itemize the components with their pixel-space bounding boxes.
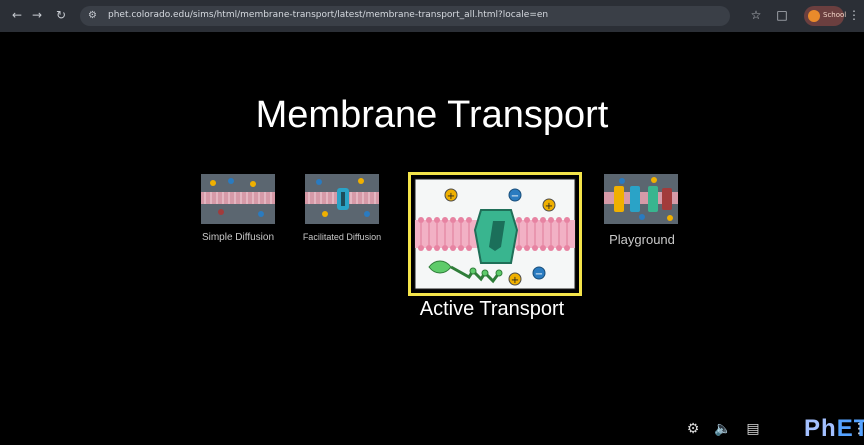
- extensions-icon[interactable]: □: [774, 7, 790, 23]
- profile-chip[interactable]: School: [804, 6, 847, 26]
- sim-title: Membrane Transport: [255, 94, 609, 136]
- address-bar[interactable]: ⚙ phet.colorado.edu/sims/html/membrane-t…: [80, 6, 730, 26]
- playground-illustration: [604, 174, 678, 224]
- facilitated-diffusion-illustration: [305, 174, 379, 224]
- screen-card-playground[interactable]: Playground: [596, 170, 688, 256]
- sim-stage: Membrane Transport Simple Diffusion Faci…: [0, 32, 864, 445]
- simple-diffusion-illustration: [201, 174, 275, 224]
- bookmark-star-icon[interactable]: ☆: [748, 7, 764, 23]
- simple-diffusion-thumbnail: [201, 174, 275, 224]
- forward-icon[interactable]: →: [28, 6, 46, 24]
- reload-icon[interactable]: ↻: [52, 6, 70, 24]
- browser-toolbar: ← → ↻ ⚙ phet.colorado.edu/sims/html/memb…: [0, 0, 864, 32]
- facilitated-diffusion-thumbnail: [305, 174, 379, 224]
- settings-gear-icon[interactable]: ⚙: [684, 420, 702, 438]
- url-text: phet.colorado.edu/sims/html/membrane-tra…: [108, 10, 549, 20]
- phet-menu-icon[interactable]: ⋮: [852, 420, 864, 438]
- screen-label-facilitated-diffusion: Facilitated Diffusion: [302, 232, 382, 242]
- svg-text:+: +: [447, 191, 455, 202]
- active-transport-selection-frame: + − + − +: [408, 172, 582, 296]
- screen-label-active-transport: Active Transport: [419, 298, 565, 320]
- profile-avatar: [808, 10, 820, 22]
- screen-card-active-transport[interactable]: + − + − + Active Transport: [404, 172, 582, 324]
- screen-card-facilitated-diffusion[interactable]: Facilitated Diffusion: [298, 170, 386, 256]
- screen-label-playground: Playground: [609, 232, 675, 247]
- svg-text:−: −: [535, 269, 543, 280]
- active-transport-illustration: + − + − +: [414, 178, 576, 290]
- screen-card-simple-diffusion[interactable]: Simple Diffusion: [196, 170, 280, 256]
- svg-text:+: +: [511, 275, 519, 286]
- profile-label: School: [823, 11, 847, 19]
- site-info-icon[interactable]: ⚙: [88, 9, 102, 23]
- browser-menu-icon[interactable]: ⋮: [848, 7, 860, 23]
- playground-thumbnail: [604, 174, 678, 224]
- sound-speaker-icon[interactable]: 🔈: [714, 420, 732, 438]
- screen-icon[interactable]: ▤: [744, 420, 762, 438]
- svg-text:+: +: [545, 201, 553, 212]
- back-icon[interactable]: ←: [8, 6, 26, 24]
- svg-text:−: −: [511, 191, 519, 202]
- screen-label-simple-diffusion: Simple Diffusion: [201, 232, 275, 243]
- phet-navigation-bar: ⚙ 🔈 ▤ PhET ⋮: [684, 414, 864, 445]
